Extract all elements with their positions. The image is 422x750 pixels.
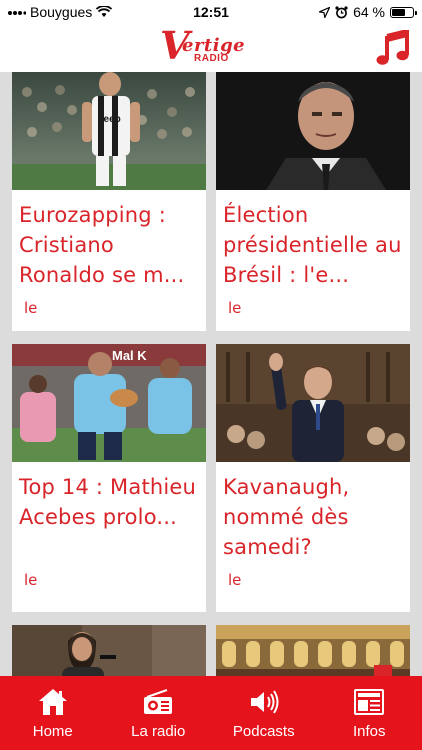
nav-label: La radio xyxy=(131,723,186,740)
svg-text:Mal K: Mal K xyxy=(112,348,147,363)
article-card[interactable]: Jeep Eurozapping : Cristiano Ronaldo se … xyxy=(12,72,206,331)
nav-label: Infos xyxy=(352,723,386,740)
nav-infos[interactable]: Infos xyxy=(317,676,422,750)
speaker-icon xyxy=(248,687,280,717)
senate-hearing-photo[interactable] xyxy=(216,344,410,462)
nav-la-radio[interactable]: La radio xyxy=(106,676,212,750)
rugby-match-photo[interactable]: Mal K xyxy=(12,344,206,462)
vertige-radio-logo[interactable]: V ertige RADIO xyxy=(160,26,260,68)
newspaper-icon xyxy=(353,687,385,717)
article-card[interactable]: Mal K Top 14 : Mathieu Acebes prolo... l… xyxy=(12,344,206,612)
politician-portrait-photo[interactable] xyxy=(216,72,410,190)
parliament-chamber-photo[interactable] xyxy=(216,625,410,676)
article-card[interactable] xyxy=(12,625,206,676)
article-card[interactable] xyxy=(216,625,410,676)
articles-feed[interactable]: Jeep Eurozapping : Cristiano Ronaldo se … xyxy=(0,72,422,676)
carrier-name: Bouygues xyxy=(30,4,93,20)
article-card[interactable]: Élection présidentielle au Brésil : l'e.… xyxy=(216,72,410,331)
signal-icon xyxy=(8,10,26,15)
nav-podcasts[interactable]: Podcasts xyxy=(211,676,317,750)
clock: 12:51 xyxy=(193,4,229,20)
wifi-icon xyxy=(96,6,113,17)
football-player-photo[interactable]: Jeep xyxy=(12,72,206,190)
article-title[interactable]: Top 14 : Mathieu Acebes prolo... xyxy=(19,472,201,532)
battery-icon xyxy=(390,6,417,18)
article-meta: le xyxy=(228,299,242,317)
article-meta: le xyxy=(24,571,38,589)
article-meta: le xyxy=(24,299,38,317)
battery-percent: 64 % xyxy=(353,4,385,20)
bottom-navigation: Home La radio Podcasts Infos xyxy=(0,676,422,750)
status-left: Bouygues xyxy=(8,4,113,20)
status-right: 64 % xyxy=(319,4,417,20)
nav-label: Home xyxy=(32,723,73,740)
music-note-icon[interactable] xyxy=(376,28,410,66)
article-title[interactable]: Kavanaugh, nommé dès samedi? xyxy=(223,472,405,562)
woman-speaking-photo[interactable] xyxy=(12,625,206,676)
nav-label: Podcasts xyxy=(232,723,295,740)
svg-text:Jeep: Jeep xyxy=(98,114,121,125)
article-meta: le xyxy=(228,571,242,589)
nav-home[interactable]: Home xyxy=(0,676,106,750)
alarm-icon xyxy=(335,5,348,18)
app-header: V ertige RADIO xyxy=(0,24,422,72)
radio-icon xyxy=(142,687,174,717)
article-card[interactable]: Kavanaugh, nommé dès samedi? le xyxy=(216,344,410,612)
article-title[interactable]: Élection présidentielle au Brésil : l'e.… xyxy=(223,200,405,290)
article-title[interactable]: Eurozapping : Cristiano Ronaldo se m... xyxy=(19,200,201,290)
location-icon xyxy=(319,6,331,18)
home-icon xyxy=(37,687,69,717)
status-bar: Bouygues 12:51 64 % xyxy=(0,0,422,24)
battery-level xyxy=(392,8,405,16)
logo-sub: RADIO xyxy=(194,53,229,64)
